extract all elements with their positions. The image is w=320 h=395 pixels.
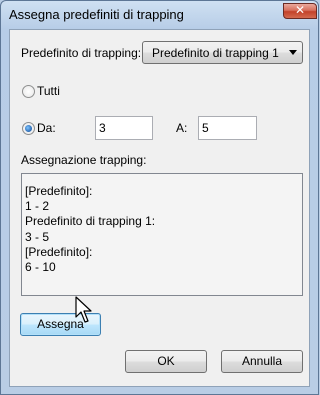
radio-all[interactable]	[22, 85, 35, 98]
radio-range-label[interactable]: Da:	[37, 121, 56, 135]
dialog-body: Predefinito di trapping: Predefinito di …	[9, 29, 310, 387]
list-item: 1 - 2	[25, 199, 50, 213]
to-field-value: 5	[202, 121, 209, 135]
list-item: Predefinito di trapping 1:	[25, 214, 156, 228]
to-field[interactable]: 5	[198, 116, 257, 140]
preset-dropdown-value: Predefinito di trapping 1	[152, 46, 279, 60]
window-title: Assegna predefiniti di trapping	[9, 7, 184, 22]
title-bar[interactable]: Assegna predefiniti di trapping ✕	[1, 1, 318, 29]
radio-all-label[interactable]: Tutti	[37, 84, 60, 98]
chevron-down-icon[interactable]	[289, 50, 297, 55]
radio-range[interactable]	[22, 122, 35, 135]
radio-selected-dot	[25, 125, 32, 132]
assignment-list[interactable]: [Predefinito]: 1 - 2 Predefinito di trap…	[21, 173, 303, 296]
ok-button[interactable]: OK	[125, 350, 207, 373]
cancel-button[interactable]: Annulla	[221, 350, 303, 373]
close-button[interactable]: ✕	[283, 3, 317, 19]
assignment-label: Assegnazione trapping:	[21, 153, 147, 167]
from-field-value: 3	[99, 121, 106, 135]
list-item: [Predefinito]:	[25, 184, 93, 198]
preset-label: Predefinito di trapping:	[21, 46, 142, 60]
from-field[interactable]: 3	[95, 116, 153, 140]
to-label: A:	[176, 121, 188, 135]
list-item: [Predefinito]:	[25, 245, 93, 259]
list-item: 6 - 10	[25, 260, 56, 274]
mouse-pointer-icon	[75, 296, 92, 323]
dialog-window: Assegna predefiniti di trapping ✕ Predef…	[0, 0, 319, 395]
preset-dropdown[interactable]: Predefinito di trapping 1	[142, 41, 303, 64]
list-item: 3 - 5	[25, 230, 50, 244]
close-icon[interactable]: ✕	[284, 3, 316, 17]
